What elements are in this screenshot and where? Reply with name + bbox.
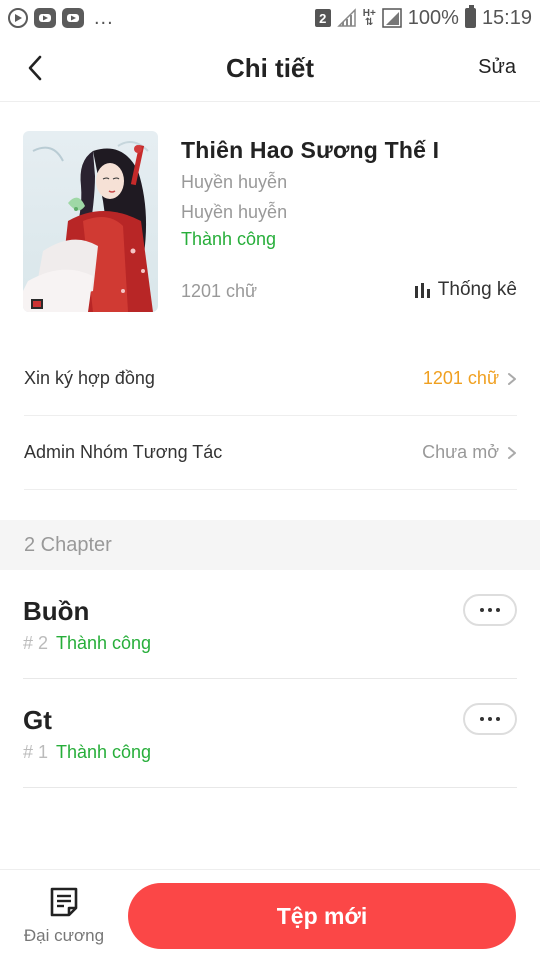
stats-button[interactable]: Thống kê [414,279,517,301]
dot-icon [480,717,484,721]
play-glyph [15,14,22,22]
signal-icon [336,8,356,27]
book-info: Thiên Hao Sương Thế I Huyền huyễn Huyền … [23,131,517,312]
book-word-count: 1201 chữ [181,281,258,301]
book-genre-primary: Huyền huyễn [181,172,288,192]
chapter-number: # 1 [23,742,49,762]
more-notifications: ... [94,6,114,29]
chapter-more-button[interactable] [463,594,517,626]
status-bar: ... 2 H+ ⇅ 100% 15:19 [0,0,540,36]
dot-icon [480,608,484,612]
dot-icon [488,717,492,721]
outline-button[interactable]: Đại cương [22,886,106,950]
chapters-section-header: 2 Chapter [0,520,540,570]
book-title: Thiên Hao Sương Thế I [181,137,440,163]
bottom-action-bar: Đại cương Tệp mới [0,869,540,960]
clock: 15:19 [481,6,532,29]
chapter-title: Buồn [23,596,90,626]
sim-badge: 2 [314,9,331,27]
edit-button[interactable]: Sửa [478,56,516,79]
battery-icon [464,5,476,28]
video-app-icon-2 [62,8,84,28]
app-header: Chi tiết Sửa [0,36,540,102]
signal-icon-2 [382,8,402,28]
bar-chart-icon [414,282,430,298]
video-app-icon [34,8,56,28]
chevron-left-icon [28,55,42,81]
admin-group-row[interactable]: Admin Nhóm Tương Tác Chưa mở [24,416,517,490]
chapter-item[interactable]: Gt # 1 Thành công [23,679,517,788]
chapter-status: Thành công [56,742,152,762]
dot-icon [488,608,492,612]
new-file-button[interactable]: Tệp mới [128,883,516,949]
outline-label: Đại cương [23,926,105,945]
contract-label: Xin ký hợp đồng [24,368,155,388]
chapter-title: Gt [23,705,52,735]
network-type: H+ ⇅ [362,8,376,28]
book-cover[interactable] [23,131,158,312]
back-button[interactable] [18,50,54,86]
chapter-more-button[interactable] [463,703,517,735]
contract-row[interactable]: Xin ký hợp đồng 1201 chữ [24,342,517,416]
chapter-status: Thành công [56,633,152,653]
notification-icons: ... [8,7,114,30]
book-status: Thành công [181,229,277,249]
cover-illustration [23,131,158,312]
chevron-right-icon [508,446,516,459]
chapter-item[interactable]: Buồn # 2 Thành công [23,570,517,679]
book-genre-secondary: Huyền huyễn [181,202,288,222]
play-app-icon [8,8,28,28]
chapter-number: # 2 [23,633,49,653]
dot-icon [496,608,500,612]
note-icon [50,887,78,917]
page-title: Chi tiết [225,53,315,83]
stats-label: Thống kê [437,279,517,300]
chevron-right-icon [508,372,516,385]
contract-value: 1201 chữ [422,368,499,388]
admin-group-label: Admin Nhóm Tương Tác [24,442,223,462]
battery-percent: 100% [407,6,459,29]
admin-group-value: Chưa mở [422,442,499,462]
system-icons: 2 H+ ⇅ 100% 15:19 [314,5,532,30]
dot-icon [496,717,500,721]
